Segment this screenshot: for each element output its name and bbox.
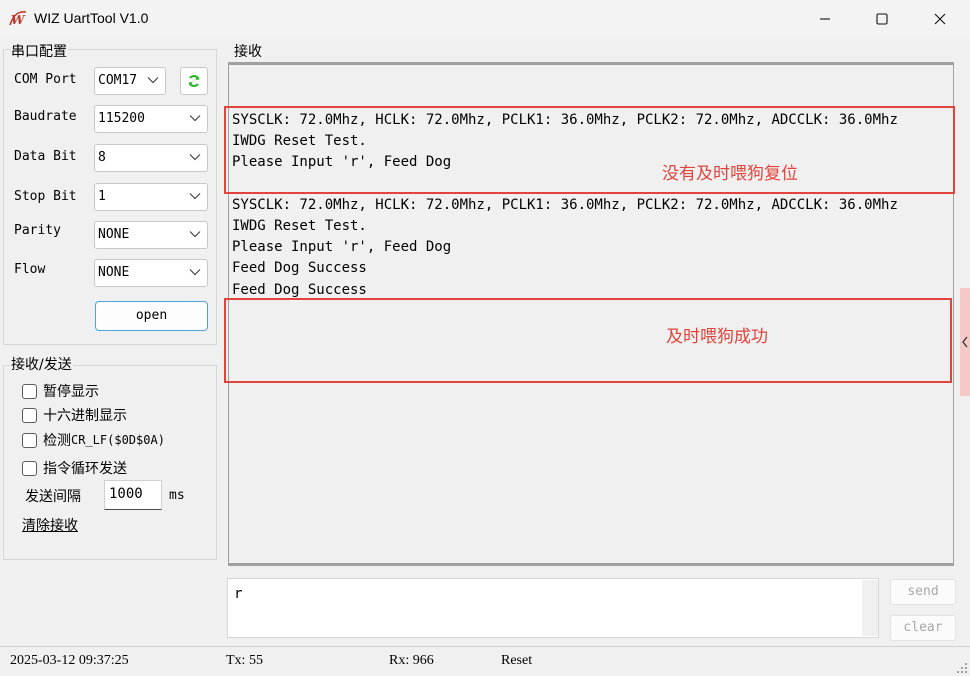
refresh-icon xyxy=(188,75,200,87)
chevron-down-icon xyxy=(189,115,201,122)
detect-crlf-label-prefix: 检测 xyxy=(43,433,71,449)
stop-bit-select[interactable]: 1 xyxy=(94,183,208,211)
pause-display-checkbox[interactable]: 暂停显示 xyxy=(22,381,99,401)
stop-bit-label: Stop Bit xyxy=(14,189,77,204)
parity-select[interactable]: NONE xyxy=(94,221,208,249)
serial-config-title: 串口配置 xyxy=(10,41,68,61)
loop-send-label: 指令循环发送 xyxy=(43,461,127,477)
chevron-left-icon xyxy=(962,336,968,348)
resize-grip-icon[interactable] xyxy=(956,662,968,674)
baudrate-label: Baudrate xyxy=(14,109,77,124)
status-bar: 2025-03-12 09:37:25 Tx: 55 Rx: 966 Reset xyxy=(0,646,970,676)
annotation-box-reset xyxy=(224,106,955,194)
status-tx-count: Tx: 55 xyxy=(226,653,263,668)
loop-send-checkbox[interactable]: 指令循环发送 xyxy=(22,458,127,478)
status-reset-button[interactable]: Reset xyxy=(501,653,532,669)
hex-display-checkbox[interactable]: 十六进制显示 xyxy=(22,405,127,425)
chevron-down-icon xyxy=(147,77,159,84)
com-port-label: COM Port xyxy=(14,72,77,87)
side-collapse-tab[interactable] xyxy=(960,288,970,396)
minimize-button[interactable] xyxy=(796,0,854,38)
checkbox-box[interactable] xyxy=(22,407,37,423)
app-logo-icon: W xyxy=(9,10,27,27)
chevron-down-icon xyxy=(189,154,201,161)
send-interval-input[interactable]: 1000 xyxy=(104,480,162,510)
parity-label: Parity xyxy=(14,223,61,238)
close-button[interactable] xyxy=(911,0,969,38)
annotation-box-success xyxy=(224,298,952,383)
stop-bit-value: 1 xyxy=(98,189,106,204)
detect-crlf-label-code: CR_LF($0D$0A) xyxy=(71,433,165,447)
maximize-icon xyxy=(876,13,888,25)
pause-display-label: 暂停显示 xyxy=(43,384,99,400)
status-rx-count: Rx: 966 xyxy=(389,653,434,668)
minimize-icon xyxy=(820,18,830,20)
clear-receive-link[interactable]: 清除接收 xyxy=(22,515,78,535)
baudrate-select[interactable]: 115200 xyxy=(94,105,208,133)
window-title: WIZ UartTool V1.0 xyxy=(34,10,149,26)
status-datetime: 2025-03-12 09:37:25 xyxy=(10,653,129,668)
send-input[interactable]: r xyxy=(227,578,879,638)
baudrate-value: 115200 xyxy=(98,111,145,126)
send-interval-label: 发送间隔 xyxy=(25,489,81,505)
clear-button[interactable]: clear xyxy=(890,615,956,641)
data-bit-label: Data Bit xyxy=(14,149,77,164)
flow-value: NONE xyxy=(98,265,130,280)
send-input-scrollbar[interactable] xyxy=(862,580,878,636)
annotation-label-reset: 没有及时喂狗复位 xyxy=(662,164,798,184)
maximize-button[interactable] xyxy=(853,0,911,38)
chevron-down-icon xyxy=(189,269,201,276)
checkbox-box[interactable] xyxy=(22,432,37,448)
refresh-button[interactable] xyxy=(180,67,208,95)
title-bar: W WIZ UartTool V1.0 xyxy=(0,0,970,38)
parity-value: NONE xyxy=(98,227,130,242)
chevron-down-icon xyxy=(189,231,201,238)
send-recv-title: 接收/发送 xyxy=(10,354,73,374)
chevron-down-icon xyxy=(189,193,201,200)
flow-label: Flow xyxy=(14,262,46,277)
annotation-label-success: 及时喂狗成功 xyxy=(666,327,768,347)
flow-select[interactable]: NONE xyxy=(94,259,208,287)
receive-title: 接收 xyxy=(233,41,263,61)
send-button[interactable]: send xyxy=(890,579,956,605)
hex-display-label: 十六进制显示 xyxy=(43,408,127,424)
com-port-value: COM17 xyxy=(98,73,138,88)
checkbox-box[interactable] xyxy=(22,460,37,476)
checkbox-box[interactable] xyxy=(22,383,37,399)
close-icon xyxy=(934,13,946,25)
data-bit-value: 8 xyxy=(98,150,106,165)
data-bit-select[interactable]: 8 xyxy=(94,144,208,172)
interval-unit-label: ms xyxy=(169,488,185,503)
svg-text:W: W xyxy=(11,13,26,27)
detect-crlf-checkbox[interactable]: 检测 CR_LF($0D$0A) xyxy=(22,430,165,450)
open-button[interactable]: open xyxy=(95,301,208,331)
com-port-select[interactable]: COM17 xyxy=(94,67,166,95)
